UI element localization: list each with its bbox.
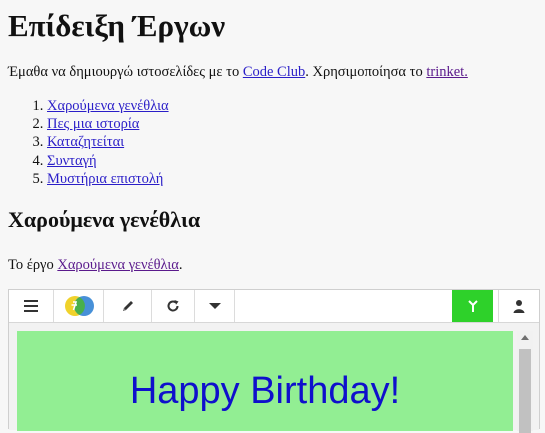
refresh-button[interactable] — [152, 290, 195, 322]
canvas-heading: Happy Birthday! — [129, 370, 401, 412]
code-club-link[interactable]: Code Club — [243, 64, 305, 80]
project-link-wanted[interactable]: Καταζητείται — [47, 134, 124, 150]
trinket-embed: Happy Birthday! — [8, 289, 540, 433]
project-link-birthday[interactable]: Χαρούμενα γενέθλια — [47, 98, 169, 114]
project-link-recipe[interactable]: Συνταγή — [47, 153, 97, 169]
trinket-logo-button[interactable] — [54, 290, 104, 322]
intro-text-middle: . Χρησιμοποίησα το — [305, 64, 427, 80]
options-dropdown-button[interactable] — [195, 290, 235, 322]
project-link-mystery-letter[interactable]: Μυστήρια επιστολή — [47, 171, 163, 187]
pencil-icon — [121, 299, 135, 313]
project-line-text: Το έργο — [8, 257, 58, 273]
trinket-output-area: Happy Birthday! — [9, 323, 539, 433]
project-list-item: Πες μια ιστορία — [47, 115, 169, 133]
scroll-up-arrow-icon[interactable] — [521, 335, 529, 340]
menu-icon — [24, 300, 38, 312]
user-button[interactable] — [498, 290, 539, 322]
trinket-link[interactable]: trinket. — [426, 64, 467, 80]
project-line-suffix: . — [178, 257, 183, 273]
caret-down-icon — [208, 302, 221, 310]
trinket-toolbar — [9, 290, 539, 323]
scrollbar-thumb[interactable] — [519, 349, 531, 433]
project-list-item: Χαρούμενα γενέθλια — [47, 97, 169, 115]
run-icon — [467, 299, 478, 313]
page-title: Επίδειξη Έργων — [8, 8, 226, 43]
project-line-link[interactable]: Χαρούμενα γενέθλια — [57, 257, 179, 273]
edit-button[interactable] — [104, 290, 152, 322]
intro-text: Έμαθα να δημιουργώ ιστοσελίδες με το — [8, 64, 243, 80]
refresh-icon — [166, 299, 180, 313]
output-scrollbar[interactable] — [517, 331, 533, 433]
project-link-story[interactable]: Πες μια ιστορία — [47, 116, 139, 132]
project-line: Το έργο Χαρούμενα γενέθλια. — [8, 256, 183, 274]
project-list-item: Συνταγή — [47, 152, 169, 170]
section-heading: Χαρούμενα γενέθλια — [8, 207, 201, 232]
trinket-logo-icon — [62, 295, 96, 317]
intro-paragraph: Έμαθα να δημιουργώ ιστοσελίδες με το Cod… — [8, 63, 468, 81]
menu-button[interactable] — [9, 290, 54, 322]
output-canvas: Happy Birthday! — [17, 331, 513, 431]
project-list-item: Καταζητείται — [47, 133, 169, 151]
project-list: Χαρούμενα γενέθλια Πες μια ιστορία Καταζ… — [8, 97, 169, 188]
user-icon — [513, 299, 525, 313]
project-list-item: Μυστήρια επιστολή — [47, 170, 169, 188]
run-button[interactable] — [452, 290, 493, 322]
